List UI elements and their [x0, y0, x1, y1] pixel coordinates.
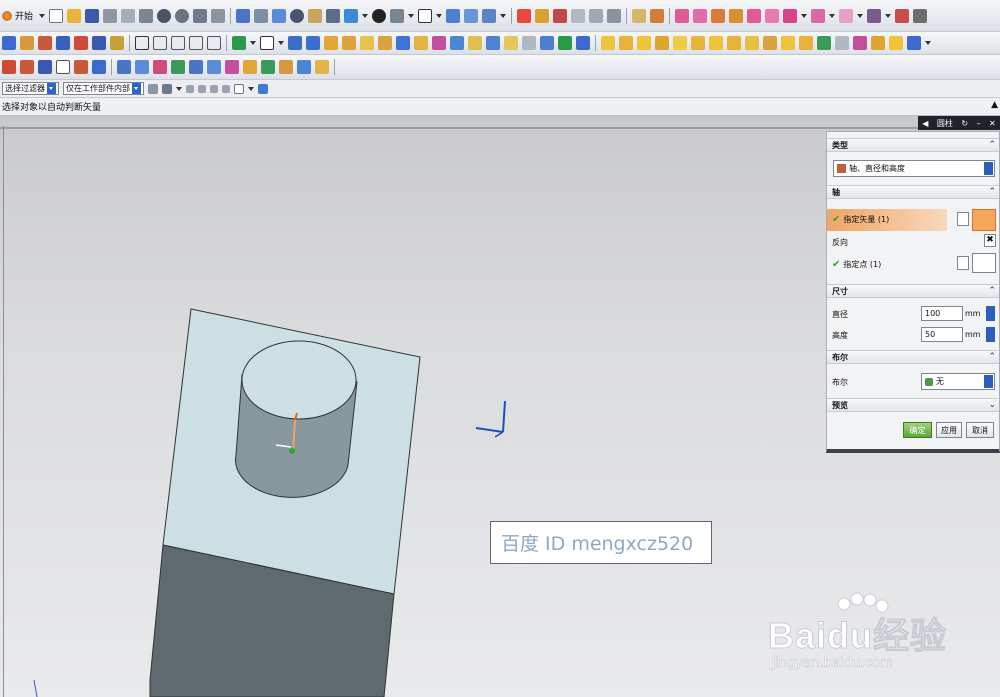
cylinder-dialog: 类型 ⌃ 轴、直径和高度 轴 ⌃ ✔ 指定矢量 (1) 反向 ✖ ✔ 指定点 (1) 尺… — [826, 131, 1000, 453]
type-dropdown[interactable]: 轴、直径和高度 — [833, 160, 995, 177]
reverse-label: 反向 — [832, 238, 848, 247]
boolean-row: 布尔 — [832, 377, 848, 388]
cancel-button[interactable]: 取消 — [966, 422, 994, 438]
cylinder-top-face[interactable] — [241, 340, 357, 420]
watermark-text: 百度 ID mengxcz520 — [501, 533, 694, 555]
height-value: 50 — [925, 330, 936, 339]
cad-application: 开始 选择过滤器 仅在工作部件内部 选择对象以自动判断矢量 ▲ 百度 ID me… — [0, 0, 1000, 697]
absolute-csys-icon — [33, 679, 38, 697]
apply-button[interactable]: 应用 — [936, 422, 962, 438]
boolean-section-header[interactable]: 布尔 ⌃ — [827, 350, 999, 364]
height-unit: mm — [965, 330, 981, 339]
chevron-up-icon[interactable]: ⌃ — [988, 140, 996, 150]
boolean-value: 无 — [936, 377, 944, 386]
diameter-input[interactable]: 100 — [921, 306, 963, 321]
chevron-up-icon[interactable]: ⌃ — [988, 352, 996, 362]
height-label: 高度 — [832, 331, 848, 340]
boolean-none-icon — [925, 377, 933, 386]
specify-point-row: ✔ 指定点 (1) — [832, 259, 881, 270]
check-icon: ✔ — [832, 214, 841, 225]
baidu-site-text: jingyan.baidu.com — [772, 654, 893, 672]
reverse-row: 反向 — [832, 237, 848, 248]
chevron-up-icon[interactable]: ⌃ — [988, 286, 996, 296]
baidu-jingyan-logo: Baidu经验 jingyan.baidu.com — [767, 592, 1000, 682]
dimensions-section-header[interactable]: 尺寸 ⌃ — [827, 284, 999, 298]
baidu-brand-text: Baidu经验 — [767, 615, 948, 657]
specify-vector-label: 指定矢量 (1) — [843, 215, 890, 224]
dialog-title-bar[interactable]: ◀ 圆柱 ↻ – ✕ — [918, 116, 1000, 130]
specify-vector-label-row: ✔ 指定矢量 (1) — [832, 214, 889, 225]
type-section-header[interactable]: 类型 ⌃ — [827, 138, 999, 152]
boolean-dropdown[interactable]: 无 — [921, 373, 995, 390]
preview-section-header[interactable]: 预览 ⌄ — [827, 398, 999, 412]
point-inferred-dropdown[interactable] — [972, 253, 996, 273]
height-input[interactable]: 50 — [921, 327, 963, 342]
chevron-down-icon[interactable] — [984, 375, 993, 388]
point-dialog-button[interactable] — [957, 256, 969, 270]
cylinder-type-icon — [837, 164, 846, 173]
boolean-section-title: 布尔 — [832, 352, 848, 362]
close-icon[interactable]: ✕ — [989, 119, 996, 128]
boolean-label: 布尔 — [832, 378, 848, 387]
axis-section-title: 轴 — [832, 187, 840, 197]
vector-inferred-dropdown[interactable] — [972, 209, 996, 231]
diameter-unit: mm — [965, 309, 981, 318]
reset-icon[interactable]: ↻ — [961, 119, 968, 128]
diameter-value: 100 — [925, 309, 941, 318]
dimensions-section-title: 尺寸 — [832, 286, 848, 296]
type-dropdown-value: 轴、直径和高度 — [849, 164, 905, 173]
ok-button[interactable]: 确定 — [903, 422, 932, 438]
height-row: 高度 — [832, 330, 848, 341]
check-icon: ✔ — [832, 259, 841, 270]
chevron-up-icon[interactable]: ⌃ — [988, 187, 996, 197]
dialog-title: 圆柱 — [936, 118, 953, 128]
height-spinner[interactable] — [986, 327, 995, 342]
reverse-direction-button[interactable]: ✖ — [984, 234, 996, 247]
chevron-left-icon[interactable]: ◀ — [922, 119, 928, 128]
diameter-label: 直径 — [832, 310, 848, 319]
vector-dialog-button[interactable] — [957, 212, 969, 226]
axis-section-header[interactable]: 轴 ⌃ — [827, 185, 999, 199]
chevron-down-icon[interactable]: ⌄ — [988, 400, 996, 410]
diameter-spinner[interactable] — [986, 306, 995, 321]
chevron-down-icon[interactable] — [984, 162, 993, 175]
type-section-title: 类型 — [832, 140, 848, 150]
minimize-icon[interactable]: – — [977, 119, 981, 128]
wcs-triad-icon — [475, 400, 506, 438]
specify-point-label: 指定点 (1) — [843, 260, 882, 269]
watermark-box: 百度 ID mengxcz520 — [490, 521, 712, 564]
diameter-row: 直径 — [832, 309, 848, 320]
preview-section-title: 预览 — [832, 400, 848, 410]
